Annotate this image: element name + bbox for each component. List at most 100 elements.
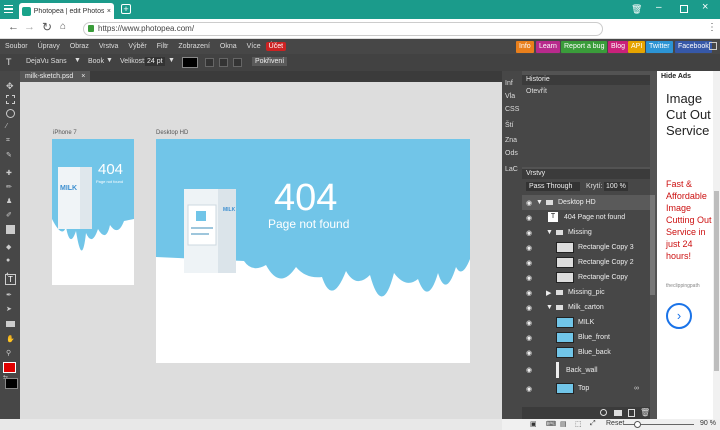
adjustment-icon[interactable] — [600, 409, 607, 416]
move-tool-icon[interactable]: ✥ — [6, 81, 15, 91]
menu-layer[interactable]: Vrstva — [94, 43, 124, 50]
folder-expand-icon[interactable]: ▼ — [546, 304, 553, 311]
fullscreen-icon[interactable] — [709, 42, 717, 50]
history-title[interactable]: Historie — [526, 76, 550, 83]
hand-tool-icon[interactable]: ✋ — [6, 335, 15, 344]
page-scrollbar[interactable] — [713, 71, 720, 419]
align-left-icon[interactable] — [205, 58, 214, 67]
zoom-slider-handle[interactable] — [634, 421, 641, 428]
menu-view[interactable]: Zobrazení — [173, 43, 215, 50]
path-select-icon[interactable]: ➤ — [6, 305, 15, 314]
type-tool-icon[interactable]: T — [5, 274, 16, 285]
warp-button[interactable]: Pokřivení — [252, 57, 288, 66]
delete-layer-icon[interactable]: 🗑 — [640, 408, 650, 417]
ad-arrow-button[interactable]: › — [666, 303, 692, 329]
minimize-icon[interactable]: – — [656, 2, 662, 13]
eye-icon[interactable]: ◉ — [526, 385, 534, 393]
menu-more[interactable]: Více — [242, 43, 266, 50]
layer-row[interactable]: ◉ ▼ Missing — [522, 225, 650, 240]
blend-mode-select[interactable]: Pass Through — [526, 182, 580, 191]
layer-row[interactable]: ◉ ▶ Missing_pic — [522, 285, 650, 300]
font-style-select[interactable]: Book — [88, 58, 104, 65]
url-field[interactable]: https://www.photopea.com/ — [83, 22, 603, 36]
text-tool-icon[interactable]: T — [6, 57, 12, 67]
trash-icon[interactable]: 🗑 — [631, 4, 642, 15]
link-facebook[interactable]: Facebook — [675, 41, 712, 53]
link-api[interactable]: API — [628, 41, 646, 53]
layer-row[interactable]: ◉ Blue_front — [522, 330, 650, 345]
tab-close-icon[interactable]: × — [107, 8, 111, 15]
menu-image[interactable]: Obraz — [65, 43, 94, 50]
zoom-tool-icon[interactable]: ⚲ — [6, 349, 15, 358]
eye-icon[interactable]: ◉ — [526, 274, 534, 282]
eye-icon[interactable]: ◉ — [526, 366, 534, 374]
pen-tool-icon[interactable]: ✒ — [6, 291, 15, 300]
artboard-iphone[interactable]: MILK 404 Page not found — [52, 139, 134, 285]
document-tab[interactable]: milk-sketch.psd × — [20, 71, 91, 82]
link-blog[interactable]: Blog — [608, 41, 629, 53]
link-twitter[interactable]: Twitter — [646, 41, 673, 53]
folder-collapsed-icon[interactable]: ▶ — [546, 289, 551, 297]
opacity-field[interactable]: 100 % — [604, 182, 628, 191]
layer-row[interactable]: ◉ Rectangle Copy 3 — [522, 240, 650, 255]
code-icon[interactable]: ⌨ — [546, 420, 556, 428]
brush-tool-icon[interactable]: ✏ — [6, 183, 15, 192]
menu-account[interactable]: Účet — [265, 42, 287, 51]
kebab-menu-icon[interactable]: ⋮ — [707, 22, 717, 33]
hide-ads-link[interactable]: Hide Ads — [661, 73, 691, 80]
eye-icon[interactable]: ◉ — [526, 319, 534, 327]
eye-icon[interactable]: ◉ — [526, 229, 534, 237]
menu-filter[interactable]: Filtr — [152, 43, 174, 50]
eye-icon[interactable]: ◉ — [526, 289, 534, 297]
font-size-field[interactable]: 24 pt — [145, 57, 165, 66]
eye-icon[interactable]: ◉ — [526, 334, 534, 342]
stamp-tool-icon[interactable]: ♟ — [6, 197, 15, 206]
bucket-tool-icon[interactable]: ◆ — [6, 243, 15, 252]
layers-scrollbar[interactable] — [650, 195, 655, 295]
side-tab-characters[interactable]: Zna — [505, 137, 517, 144]
menu-window[interactable]: Okna — [215, 43, 242, 50]
layer-row[interactable]: ◉ Rectangle Copy — [522, 270, 650, 285]
healing-icon[interactable]: ✚ — [6, 169, 15, 178]
foreground-color-swatch[interactable] — [3, 362, 16, 373]
eye-icon[interactable]: ◉ — [526, 349, 534, 357]
magic-wand-icon[interactable]: ⁄ — [6, 123, 15, 132]
eye-icon[interactable]: ◉ — [526, 244, 534, 252]
new-layer-icon[interactable] — [628, 409, 635, 417]
eye-icon[interactable]: ◉ — [526, 304, 534, 312]
blur-tool-icon[interactable]: ● — [6, 257, 15, 266]
folder-expand-icon[interactable]: ▼ — [536, 199, 543, 206]
layer-row[interactable]: ◉ MILK — [522, 315, 650, 330]
eye-icon[interactable]: ◉ — [526, 259, 534, 267]
side-tab-layercomps[interactable]: LaC — [505, 166, 518, 173]
camera-icon[interactable]: ▣ — [530, 420, 537, 428]
font-family-select[interactable]: DejaVu Sans — [26, 58, 67, 65]
side-tab-properties[interactable]: Vla — [505, 93, 515, 100]
ad-box[interactable]: Image Cut Out Service Fast & Affordable … — [660, 83, 716, 359]
canvas-scrollbar[interactable] — [0, 419, 502, 430]
folder-expand-icon[interactable]: ▼ — [546, 229, 553, 236]
menu-select[interactable]: Výběr — [123, 43, 151, 50]
scrollbar-thumb[interactable] — [714, 191, 719, 371]
reset-zoom-button[interactable]: Reset — [606, 420, 624, 427]
back-icon[interactable]: ← — [8, 21, 19, 33]
link-report-bug[interactable]: Report a bug — [561, 41, 608, 53]
history-item-open[interactable]: Otevřít — [526, 88, 547, 95]
fit-icon[interactable]: ⤢ — [590, 420, 596, 428]
forward-icon[interactable]: → — [24, 21, 35, 33]
artboard-desktop[interactable]: MILK 404 Page not found — [156, 139, 470, 363]
align-right-icon[interactable] — [233, 58, 242, 67]
menu-icon[interactable] — [4, 5, 13, 13]
browser-tab[interactable]: Photopea | edit Photoshop f × — [19, 3, 114, 19]
menu-edit[interactable]: Úpravy — [33, 43, 65, 50]
layer-row[interactable]: ◉ Top ∞ — [522, 381, 650, 396]
lasso-tool-icon[interactable] — [6, 109, 15, 118]
history-brush-icon[interactable]: ✐ — [6, 211, 15, 220]
text-color-swatch[interactable] — [182, 57, 198, 68]
menu-file[interactable]: Soubor — [0, 43, 33, 50]
layer-row[interactable]: ◉ Rectangle Copy 2 — [522, 255, 650, 270]
layer-row[interactable]: ◉ Blue_back — [522, 345, 650, 360]
side-tab-info[interactable]: Inf — [505, 80, 513, 87]
align-center-icon[interactable] — [219, 58, 228, 67]
layer-row[interactable]: ◉ Back_wall — [522, 360, 650, 380]
